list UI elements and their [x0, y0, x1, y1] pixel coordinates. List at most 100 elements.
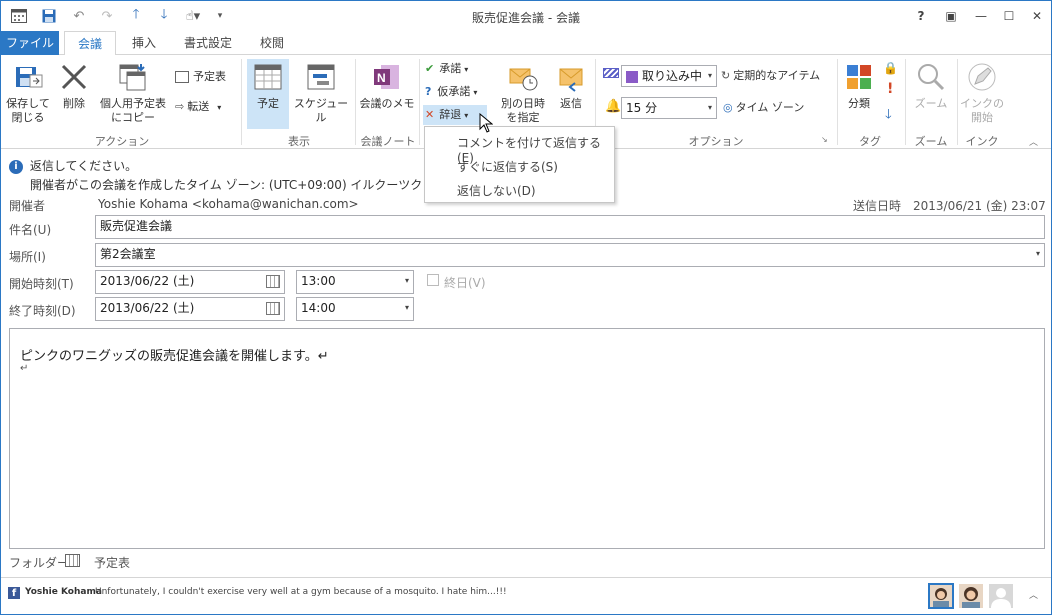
date-picker-icon[interactable]	[266, 302, 280, 315]
propose-time-button[interactable]: 別の日時 を指定	[497, 59, 549, 125]
tab-meeting[interactable]: 会議	[64, 31, 116, 56]
group-label-ink: インク	[965, 135, 999, 148]
group-label-actions: アクション	[94, 135, 150, 148]
chevron-down-icon: ▾	[1035, 249, 1040, 258]
categorize-icon	[843, 61, 875, 93]
maximize-button[interactable]: ☐	[997, 6, 1021, 26]
forward-label: 転送	[187, 100, 210, 113]
avatar[interactable]	[928, 583, 954, 609]
options-launcher-icon[interactable]: ↘	[821, 135, 828, 144]
propose-time-label: 別の日時 を指定	[501, 97, 545, 124]
start-date-value: 2013/06/22 (土)	[100, 274, 195, 288]
body-line1: ピンクのワニグッズの販売促進会議を開催します。↵	[20, 349, 329, 364]
sent-label: 送信日時	[853, 199, 902, 213]
group-label-options: オプション	[688, 135, 744, 148]
start-inking-label: インクの 開始	[960, 97, 1004, 124]
reminder-value: 15 分	[626, 101, 658, 115]
subject-label: 件名(U)	[9, 223, 52, 237]
categorize-button[interactable]: 分類	[841, 59, 877, 111]
menu-item-do-not-reply[interactable]: 返信しない(D)	[457, 182, 536, 199]
calendar-button[interactable]: 予定表	[175, 67, 226, 87]
reminder-select[interactable]: 15 分 ▾	[621, 97, 717, 119]
end-date-value: 2013/06/22 (土)	[100, 301, 195, 315]
show-as-icon	[603, 68, 619, 78]
group-separator	[905, 59, 906, 145]
location-field[interactable]: 第2会議室 ▾	[95, 243, 1045, 267]
end-time-field[interactable]: 14:00 ▾	[296, 297, 414, 321]
end-date-field[interactable]: 2013/06/22 (土)	[95, 297, 285, 321]
message-body[interactable]: ピンクのワニグッズの販売促進会議を開催します。↵ ↵	[9, 328, 1045, 549]
organizer-value[interactable]: Yoshie Kohama <kohama@wanichan.com>	[98, 197, 359, 211]
tentative-label: 仮承諾	[437, 85, 471, 98]
date-picker-icon[interactable]	[266, 275, 280, 288]
chevron-down-icon: ▾	[464, 111, 469, 120]
all-day-checkbox[interactable]	[427, 274, 439, 286]
low-importance-icon[interactable]: 🡓	[885, 105, 892, 127]
forward-icon: ⇨	[175, 100, 185, 113]
folder-calendar-icon	[65, 554, 80, 567]
copy-calendar-icon	[117, 61, 149, 93]
time-zone-label: タイム ゾーン	[735, 101, 805, 114]
start-date-field[interactable]: 2013/06/22 (土)	[95, 270, 285, 294]
reply-label: 返信	[560, 97, 582, 110]
group-separator	[957, 59, 958, 145]
group-label-zoom: ズーム	[914, 135, 948, 148]
chevron-down-icon: ▾	[217, 103, 222, 112]
tab-format[interactable]: 書式設定	[175, 31, 241, 55]
chevron-down-icon: ▾	[464, 65, 469, 74]
all-day-label: 終日(V)	[444, 276, 486, 290]
chevron-down-icon: ▾	[707, 71, 712, 80]
tab-review[interactable]: 校閲	[249, 31, 295, 55]
save-close-button[interactable]: 保存して 閉じる	[5, 59, 51, 125]
svg-text:N: N	[377, 71, 386, 85]
appointment-label: 予定	[257, 97, 279, 110]
show-as-select[interactable]: 取り込み中 ▾	[621, 65, 717, 87]
social-name[interactable]: Yoshie Kohama	[25, 587, 102, 597]
tab-insert[interactable]: 挿入	[121, 31, 167, 55]
zoom-button[interactable]: ズーム	[909, 59, 953, 111]
info-bar: i 返信してください。 開催者がこの会議を作成したタイム ゾーン: (UTC+0…	[9, 157, 422, 193]
folder-label: フォルダー	[9, 556, 70, 570]
avatar[interactable]	[959, 584, 983, 608]
recurrence-button[interactable]: ↻ 定期的なアイテム	[721, 66, 820, 86]
accept-button[interactable]: ✔ 承諾 ▾	[425, 59, 468, 79]
start-inking-button[interactable]: インクの 開始	[959, 59, 1005, 125]
copy-to-calendar-button[interactable]: 個人用予定表 にコピー	[95, 59, 171, 125]
group-separator	[419, 59, 420, 145]
onenote-icon: N	[371, 61, 403, 93]
appointment-view-button[interactable]: 予定	[247, 59, 289, 129]
help-button[interactable]: ?	[909, 6, 933, 26]
avatar[interactable]	[989, 584, 1013, 608]
tab-file[interactable]: ファイル	[1, 31, 59, 55]
collapse-ribbon-icon[interactable]: ︿	[1029, 135, 1038, 148]
close-button[interactable]: ✕	[1025, 6, 1049, 26]
body-line2: ↵	[20, 363, 29, 374]
expand-people-pane-icon[interactable]: ︿	[1029, 588, 1038, 601]
minimize-button[interactable]: —	[969, 6, 993, 26]
start-time-field[interactable]: 13:00 ▾	[296, 270, 414, 294]
lock-icon[interactable]: 🔒	[883, 61, 898, 75]
high-importance-icon[interactable]: !	[887, 81, 893, 97]
schedule-label: スケジュール	[293, 97, 349, 124]
decline-button[interactable]: ✕ 辞退 ▾	[423, 105, 487, 125]
delete-button[interactable]: 削除	[57, 59, 91, 111]
schedule-button[interactable]: スケジュール	[291, 59, 351, 125]
forward-button[interactable]: ⇨ 転送 ▾	[175, 97, 221, 117]
ribbon-display-button[interactable]: ▣	[939, 6, 963, 26]
copy-to-calendar-label: 個人用予定表 にコピー	[100, 97, 166, 124]
recurrence-label: 定期的なアイテム	[733, 69, 821, 82]
meeting-notes-button[interactable]: N 会議のメモ	[359, 59, 415, 111]
time-zone-button[interactable]: ◎ タイム ゾーン	[723, 98, 804, 118]
social-message: Unfortunately, I couldn't exercise very …	[95, 587, 507, 597]
busy-color-swatch	[626, 70, 638, 83]
categorize-label: 分類	[848, 97, 870, 110]
group-label-show: 表示	[288, 135, 310, 148]
menu-item-reply-now[interactable]: すぐに返信する(S)	[457, 158, 558, 175]
decline-x-icon: ✕	[425, 108, 435, 121]
appointment-grid-icon	[252, 61, 284, 93]
tentative-button[interactable]: ? 仮承諾 ▾	[425, 82, 477, 102]
title-bar: ↶ ↷ 🡑 🡓 ☝▾ ▾ 販売促進会議 - 会議 ? ▣ — ☐ ✕	[1, 1, 1051, 31]
mouse-cursor-icon	[479, 112, 494, 136]
reply-button[interactable]: 返信	[551, 59, 591, 111]
subject-field[interactable]: 販売促進会議	[95, 215, 1045, 239]
